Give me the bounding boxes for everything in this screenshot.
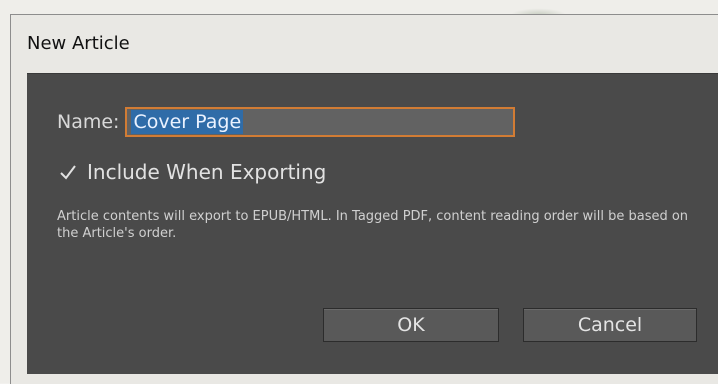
dialog-body: Name: Cover Page Include When Exporting … (27, 73, 718, 374)
window-title: New Article (27, 32, 130, 54)
window-title-bar: New Article (11, 15, 718, 71)
cancel-button[interactable]: Cancel (523, 308, 697, 342)
checkmark-icon[interactable] (57, 161, 79, 183)
name-input-value: Cover Page (131, 110, 244, 134)
name-row: Name: Cover Page (57, 107, 516, 137)
info-text: Article contents will export to EPUB/HTM… (57, 209, 689, 241)
new-article-window: New Article Name: Cover Page Include Whe… (10, 14, 718, 384)
ok-button[interactable]: OK (323, 308, 499, 342)
name-input[interactable]: Cover Page (125, 107, 516, 137)
name-label: Name: (57, 111, 120, 133)
include-when-exporting-checkbox[interactable]: Include When Exporting (57, 160, 326, 184)
include-when-exporting-label: Include When Exporting (87, 160, 327, 184)
